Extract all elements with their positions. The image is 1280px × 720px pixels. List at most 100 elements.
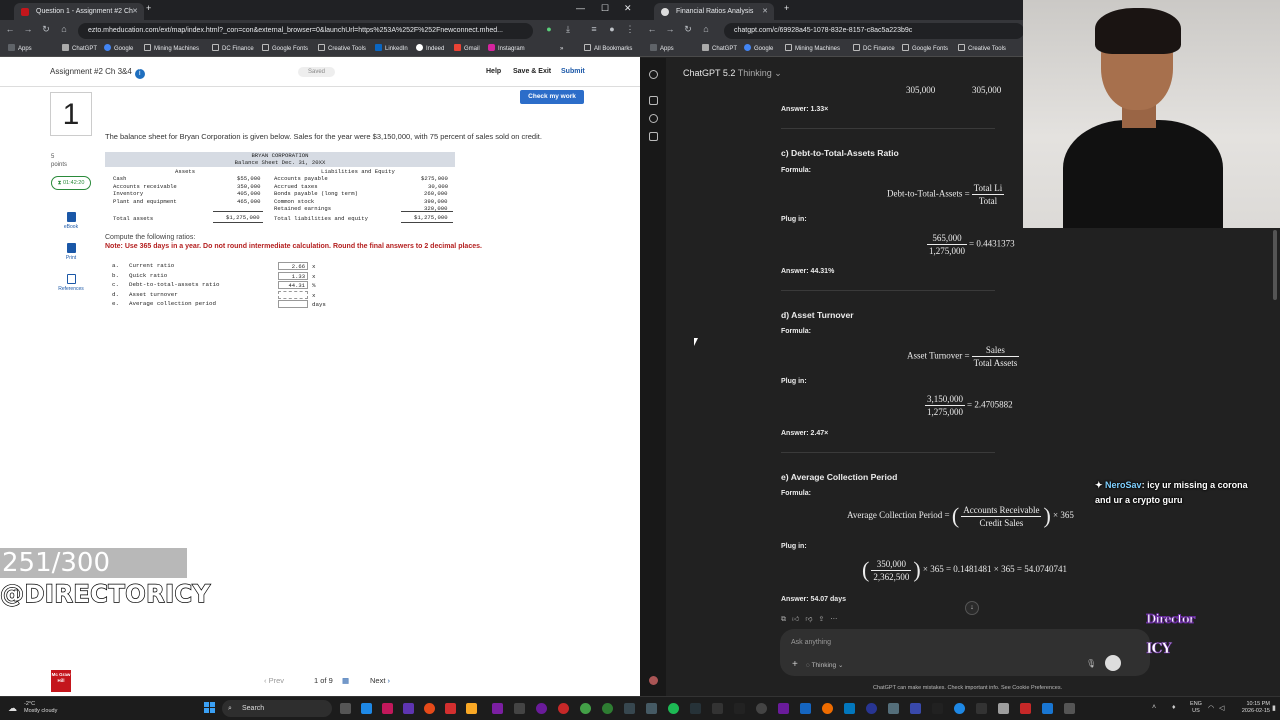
more-options-icon[interactable]: ⋮ [624,24,636,35]
bookmark-creative-tools[interactable]: Creative Tools [958,44,1006,55]
app-icon[interactable] [910,703,921,714]
notification-icon[interactable]: ▮ [1272,704,1276,712]
bookmarks-overflow-icon[interactable]: » [560,44,563,55]
chevron-up-icon[interactable]: ˄ [1152,704,1156,711]
back-icon[interactable]: ← [4,24,16,34]
app-icon[interactable] [778,703,789,714]
minimize-icon[interactable]: — [576,3,585,13]
share-icon[interactable]: ⇪ [818,616,830,623]
app-icon[interactable] [445,703,456,714]
close-tab-icon[interactable]: ✕ [132,3,138,20]
app-icon[interactable] [1020,703,1031,714]
reload-icon[interactable]: ↻ [40,24,52,35]
new-tab-button[interactable]: + [146,3,151,13]
collection-period-input[interactable] [278,300,308,308]
model-selector[interactable]: ChatGPT 5.2 Thinking ⌄ [683,68,782,79]
app-icon[interactable] [888,703,899,714]
wifi-icon[interactable]: ◠ [1208,704,1214,712]
close-window-icon[interactable]: ✕ [624,3,632,14]
voice-mode-button[interactable] [1105,655,1121,671]
app-icon[interactable] [403,703,414,714]
chat-input-placeholder[interactable]: Ask anything [791,639,831,646]
reload-icon[interactable]: ↻ [682,24,694,35]
timer-badge[interactable]: ⧗ 01:42:20 [51,176,91,190]
weather-icon[interactable]: ☁ [8,703,17,714]
forward-icon[interactable]: → [664,24,676,34]
page-indicator[interactable]: 1 of 9 [314,676,333,685]
app-icon[interactable] [1064,703,1075,714]
bookmark-dc-finance[interactable]: DC Finance [853,44,895,55]
bookmark-instagram[interactable]: Instagram [488,44,525,55]
thumbs-up-icon[interactable]: 👍︎ [792,616,805,623]
bookmark-google[interactable]: Google [104,44,133,55]
app-icon[interactable] [558,703,569,714]
menu-lines-icon[interactable]: ≡ [588,24,600,34]
app-icon[interactable] [800,703,811,714]
bookmark-chatgpt[interactable]: ChatGPT [702,44,737,55]
all-bookmarks[interactable]: All Bookmarks [584,44,632,55]
app-icon[interactable] [624,703,635,714]
app-icon[interactable] [998,703,1009,714]
app-icon[interactable] [361,703,372,714]
openai-logo-icon[interactable] [649,70,658,79]
submit-link[interactable]: Submit [561,68,585,75]
weather-widget[interactable]: -2°C Mostly cloudy [24,701,57,715]
app-icon[interactable] [602,703,613,714]
app-icon[interactable] [932,703,943,714]
app-icon[interactable] [844,703,855,714]
app-icon[interactable] [712,703,723,714]
tab-financial-ratios[interactable]: Financial Ratios Analysis ✕ [654,3,774,20]
app-icon[interactable] [382,703,393,714]
home-icon[interactable]: ⌂ [58,24,70,34]
home-icon[interactable]: ⌂ [700,24,712,34]
quick-ratio-input[interactable]: 1.33 [278,271,308,280]
left-url-field[interactable]: ezto.mheducation.com/ext/map/index.html?… [78,23,533,39]
maximize-icon[interactable]: ☐ [601,3,609,14]
new-tab-button[interactable]: + [784,3,789,13]
app-icon[interactable] [734,703,745,714]
bookmark-apps[interactable]: Apps [650,44,674,55]
app-icon[interactable] [690,703,701,714]
asset-turnover-input[interactable] [278,290,308,299]
app-icon[interactable] [756,703,767,714]
app-icon[interactable] [536,703,547,714]
close-tab-icon[interactable]: ✕ [762,3,768,20]
more-icon[interactable]: ⋯ [830,616,843,623]
app-icon[interactable] [1042,703,1053,714]
folder-icon[interactable] [466,703,477,714]
save-exit-link[interactable]: Save & Exit [513,68,551,75]
app-icon[interactable] [514,703,525,714]
extension-icon[interactable]: ● [543,24,555,34]
next-button[interactable]: Next › [370,676,390,685]
debt-to-assets-input[interactable]: 44.31 [278,281,308,289]
new-chat-icon[interactable] [649,96,658,105]
spotify-icon[interactable] [668,703,679,714]
task-view-icon[interactable] [340,703,351,714]
tray-icon[interactable]: ♦ [1172,704,1176,711]
taskbar-search[interactable]: ⌕ Search [222,700,332,717]
windows-start-icon[interactable] [204,702,216,714]
user-avatar-icon[interactable] [649,676,658,685]
microphone-icon[interactable]: 🎙︎ [1086,659,1096,668]
back-icon[interactable]: ← [646,24,658,34]
firefox-icon[interactable] [424,703,435,714]
app-icon[interactable] [976,703,987,714]
volume-icon[interactable]: ◁ [1219,704,1224,712]
current-ratio-input[interactable]: 2.66 [278,262,308,270]
app-icon[interactable] [866,703,877,714]
bookmark-mining-machines[interactable]: Mining Machines [785,44,840,55]
profile-avatar-icon[interactable]: ● [606,24,618,34]
bookmark-mining-machines[interactable]: Mining Machines [144,44,199,55]
right-url-field[interactable]: chatgpt.com/c/69928a45-1078-832e-8157-c8… [724,23,1024,39]
scroll-down-icon[interactable]: ↓ [965,601,979,615]
bookmark-apps[interactable]: Apps [8,44,32,55]
prev-button[interactable]: ‹ Prev [264,676,284,685]
grid-view-icon[interactable]: ▦ [342,676,349,685]
taskbar-clock[interactable]: 10:15 PM 2026-02-15 [1226,701,1270,715]
scrollbar-thumb[interactable] [1273,230,1277,300]
bookmark-indeed[interactable]: Indeed [416,44,444,55]
forward-icon[interactable]: → [22,24,34,34]
tab-question-1[interactable]: Question 1 - Assignment #2 Ch ✕ [14,3,144,20]
app-icon[interactable] [954,703,965,714]
thinking-chip[interactable]: ◌ Thinking ⌄ [806,661,843,669]
